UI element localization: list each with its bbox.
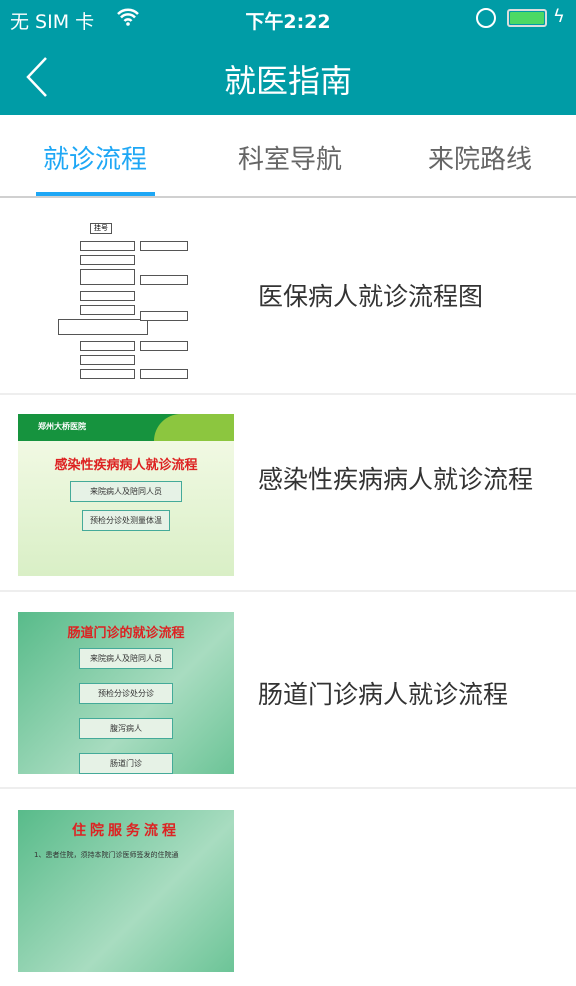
item-title: 医保病人就诊流程图 xyxy=(258,282,484,311)
rotation-lock-icon xyxy=(476,8,496,28)
thumbnail-image: 肠道门诊的就诊流程 来院病人及陪同人员 预检分诊处分诊 腹泻病人 肠道门诊 xyxy=(18,612,234,774)
list-item[interactable]: 郑州大桥医院 感染性疾病病人就诊流程 来院病人及陪同人员 预检分诊处测量体温 感… xyxy=(0,395,576,592)
thumbnail-image: 郑州大桥医院 感染性疾病病人就诊流程 来院病人及陪同人员 预检分诊处测量体温 xyxy=(18,414,234,576)
page-title: 就医指南 xyxy=(223,62,352,100)
list-item[interactable]: 住院服务流程 1、患者住院，须持本院门诊医师签发的住院通 xyxy=(0,789,576,986)
list-item[interactable]: 肠道门诊的就诊流程 来院病人及陪同人员 预检分诊处分诊 腹泻病人 肠道门诊 肠道… xyxy=(0,592,576,789)
tab-bar: 就诊流程 科室导航 来院路线 xyxy=(0,115,576,198)
item-title: 肠道门诊病人就诊流程 xyxy=(258,680,509,709)
thumbnail-image: 挂号 xyxy=(18,219,234,381)
item-title: 感染性疾病病人就诊流程 xyxy=(258,465,534,494)
nav-bar: 就医指南 xyxy=(0,40,576,115)
battery-icon xyxy=(507,9,547,27)
tab-department-navigation[interactable]: 科室导航 xyxy=(195,139,385,176)
charging-icon: ϟ xyxy=(553,6,565,27)
status-bar: 无 SIM 卡 下午2:22 ϟ xyxy=(0,0,576,40)
list-item[interactable]: 挂号 医保病人就诊流程图 xyxy=(0,198,576,395)
tab-visit-process[interactable]: 就诊流程 xyxy=(0,139,190,176)
tab-directions[interactable]: 来院路线 xyxy=(385,139,575,176)
active-tab-indicator xyxy=(36,192,155,196)
thumbnail-image: 住院服务流程 1、患者住院，须持本院门诊医师签发的住院通 xyxy=(18,810,234,972)
